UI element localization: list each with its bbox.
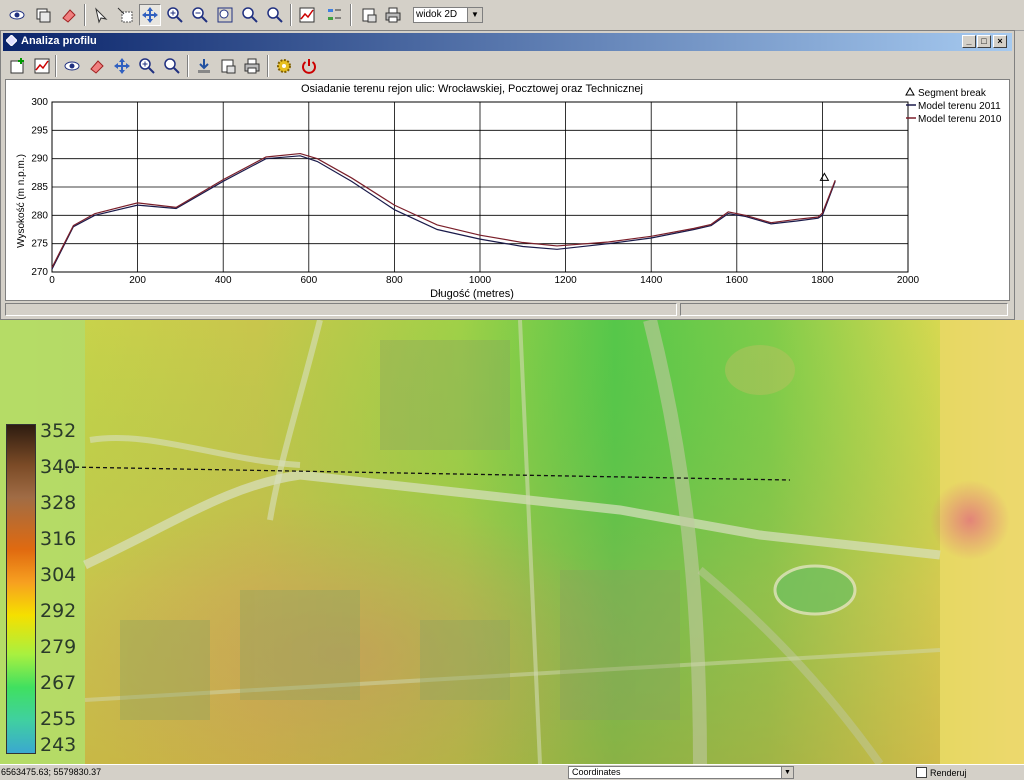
view-select-value: widok 2D	[416, 9, 458, 20]
x-tick-label: 1600	[726, 275, 749, 286]
x-tick-label: 1200	[554, 275, 577, 286]
legend-value: 279	[40, 636, 77, 658]
minimize-button[interactable]: _	[962, 35, 976, 48]
zoom-in-icon[interactable]	[136, 55, 158, 77]
legend-icon[interactable]	[324, 4, 346, 26]
render-toggle[interactable]: Renderuj	[916, 767, 967, 778]
legend-marker	[905, 86, 915, 96]
legend-label: Segment break	[918, 88, 987, 99]
x-tick-label: 200	[129, 275, 146, 286]
x-tick-label: 600	[300, 275, 317, 286]
maximize-button[interactable]: □	[977, 35, 991, 48]
color-legend: 352 340 328 316 304 292 279 267 255 243	[4, 420, 77, 756]
x-axis-label: Długość (metres)	[430, 288, 514, 300]
legend-label: Model terenu 2010	[918, 114, 1002, 125]
download-icon[interactable]	[193, 55, 215, 77]
map-raster	[0, 320, 1024, 764]
coordinate-system-select[interactable]: Coordinates ▼	[568, 766, 794, 779]
profile-analysis-window: Analiza profilu _ □ × Osiadanie terenu r…	[0, 30, 1015, 320]
zoom-previous-icon[interactable]	[239, 4, 261, 26]
status-panel	[680, 303, 1008, 316]
pan-icon[interactable]	[139, 4, 161, 26]
arrow-icon[interactable]	[90, 4, 112, 26]
y-tick-label: 275	[31, 239, 48, 250]
statusbar: 6563475.63; 5579830.37 Coordinates ▼ Rend…	[0, 764, 1024, 780]
window-statusbar	[5, 303, 1010, 317]
legend-value: 328	[40, 492, 77, 514]
layers-icon[interactable]	[32, 4, 54, 26]
zoom-next-icon[interactable]	[264, 4, 286, 26]
export-icon[interactable]	[217, 55, 239, 77]
y-tick-label: 285	[31, 182, 48, 193]
eraser-icon[interactable]	[86, 55, 108, 77]
x-tick-label: 1800	[811, 275, 834, 286]
select-tool-icon[interactable]	[114, 4, 136, 26]
eraser-icon[interactable]	[58, 4, 80, 26]
legend-value: 255	[40, 708, 77, 730]
coordinate-system-value: Coordinates	[572, 767, 621, 777]
view-select[interactable]: widok 2D ▼	[413, 7, 483, 23]
print-icon[interactable]	[382, 4, 404, 26]
settings-icon[interactable]	[273, 55, 295, 77]
pan-icon[interactable]	[111, 55, 133, 77]
y-tick-label: 300	[31, 97, 48, 108]
render-checkbox[interactable]	[916, 767, 927, 778]
grid: 0 200 400 600 800 1000 1200 1400 1600 1800 2000 270…	[31, 97, 919, 286]
legend-value: 267	[40, 672, 77, 694]
legend-label: Model terenu 2011	[918, 101, 1001, 112]
x-tick-label: 0	[49, 275, 55, 286]
y-axis-label: Wysokość (m n.p.m.)	[16, 154, 27, 248]
legend-value: 340	[40, 456, 77, 478]
add-profile-icon[interactable]	[7, 55, 29, 77]
map-canvas[interactable]	[0, 320, 1024, 764]
eye-icon[interactable]	[6, 4, 28, 26]
legend-value: 352	[40, 420, 77, 442]
layer-export-icon[interactable]	[358, 4, 380, 26]
close-button[interactable]: ×	[993, 35, 1007, 48]
chart-icon[interactable]	[31, 55, 53, 77]
x-tick-label: 1000	[469, 275, 492, 286]
zoom-full-icon[interactable]	[161, 55, 183, 77]
power-icon[interactable]	[298, 55, 320, 77]
window-title: Analiza profilu	[21, 35, 97, 47]
coordinates-readout: 6563475.63; 5579830.37	[1, 767, 102, 777]
profile-chart: Osiadanie terenu rejon ulic: Wrocławskie…	[5, 79, 1010, 301]
profile-toolbar	[3, 51, 1012, 79]
color-ramp	[6, 424, 36, 754]
y-tick-label: 270	[31, 267, 48, 278]
y-tick-label: 295	[31, 125, 48, 136]
x-tick-label: 1400	[640, 275, 663, 286]
chart-title: Osiadanie terenu rejon ulic: Wrocławskie…	[301, 83, 643, 95]
y-tick-label: 290	[31, 154, 48, 165]
status-panel	[5, 303, 677, 316]
main-toolbar: widok 2D ▼	[0, 0, 1024, 31]
chevron-down-icon[interactable]: ▼	[781, 767, 793, 778]
chart-legend: Segment break Model terenu 2011 Model tere…	[905, 86, 1002, 125]
x-tick-label: 400	[215, 275, 232, 286]
x-tick-label: 800	[386, 275, 403, 286]
print-icon[interactable]	[241, 55, 263, 77]
legend-value: 243	[40, 734, 77, 756]
window-icon	[5, 34, 18, 47]
chevron-down-icon[interactable]: ▼	[467, 8, 482, 22]
legend-value: 304	[40, 564, 77, 586]
x-tick-label: 2000	[897, 275, 920, 286]
legend-value: 316	[40, 528, 77, 550]
y-tick-label: 280	[31, 210, 48, 221]
zoom-extent-icon[interactable]	[214, 4, 236, 26]
render-label: Renderuj	[930, 767, 967, 778]
profile-chart-icon[interactable]	[296, 4, 318, 26]
chart-svg: Osiadanie terenu rejon ulic: Wrocławskie…	[16, 83, 1002, 300]
eye-icon[interactable]	[61, 55, 83, 77]
zoom-in-icon[interactable]	[164, 4, 186, 26]
window-titlebar[interactable]: Analiza profilu _ □ ×	[3, 33, 1012, 51]
legend-value: 292	[40, 600, 77, 622]
zoom-out-icon[interactable]	[189, 4, 211, 26]
